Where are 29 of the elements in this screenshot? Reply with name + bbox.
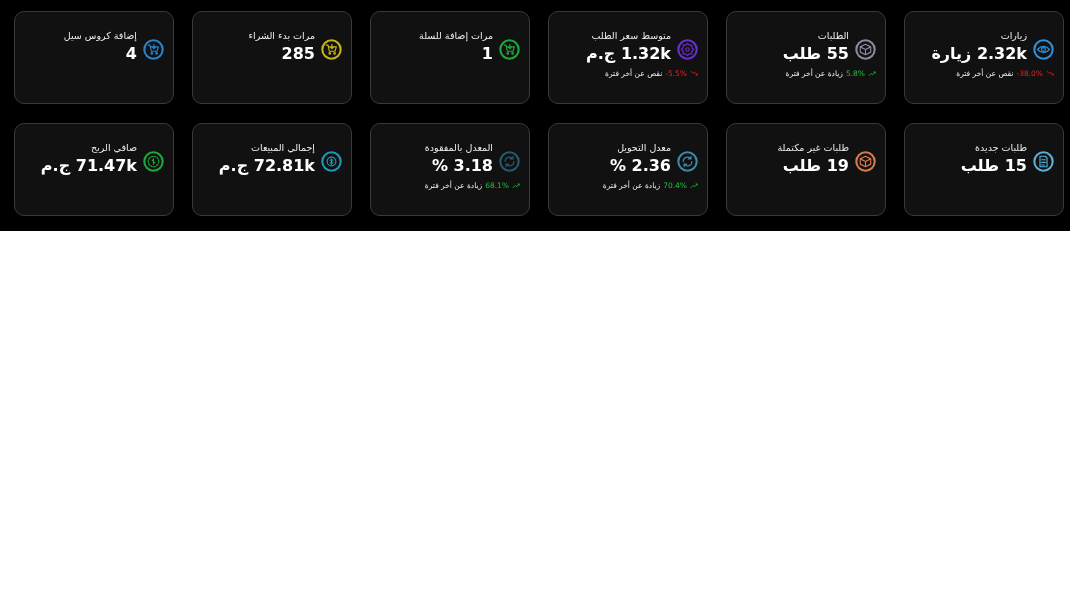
stat-value: 1.32k ج.م — [585, 44, 671, 63]
card-title: طلبات جديدة — [975, 142, 1027, 153]
card-title: طلبات غير مكتملة — [777, 142, 849, 153]
card-title: زيارات — [1000, 30, 1027, 41]
card-title: إجمالي المبيعات — [251, 142, 315, 153]
trend-down-icon — [1046, 70, 1054, 77]
card-title: متوسط سعر الطلب — [591, 30, 671, 41]
card-title: مرات إضافة للسلة — [419, 30, 493, 41]
card-title: إضافة كروس سيل — [63, 30, 137, 41]
card-title: الطلبات — [817, 30, 849, 41]
trend-up-icon — [690, 182, 698, 189]
stat-value: 2.32k زيارة — [931, 44, 1027, 63]
stat-value: 3.18 % — [431, 156, 493, 175]
stat-value: 19 طلب — [782, 156, 849, 175]
stat-value: 1 — [481, 44, 493, 63]
stat-value: 285 — [281, 44, 315, 63]
card-title: المعدل بالمفقودة — [424, 142, 493, 153]
stat-value: 72.81k ج.م — [218, 156, 315, 175]
stat-value: 15 طلب — [960, 156, 1027, 175]
trend-up-icon — [868, 70, 876, 77]
card-title: معدل التحويل — [617, 142, 671, 153]
stat-value: 2.36 % — [609, 156, 671, 175]
stat-value: 4 — [125, 44, 137, 63]
card-title: صافي الربح — [91, 142, 137, 153]
trend-down-icon — [690, 70, 698, 77]
stat-value: 71.47k ج.م — [40, 156, 137, 175]
trend-up-icon — [512, 182, 520, 189]
card-title: مرات بدء الشراء — [248, 30, 315, 41]
stat-value: 55 طلب — [782, 44, 849, 63]
